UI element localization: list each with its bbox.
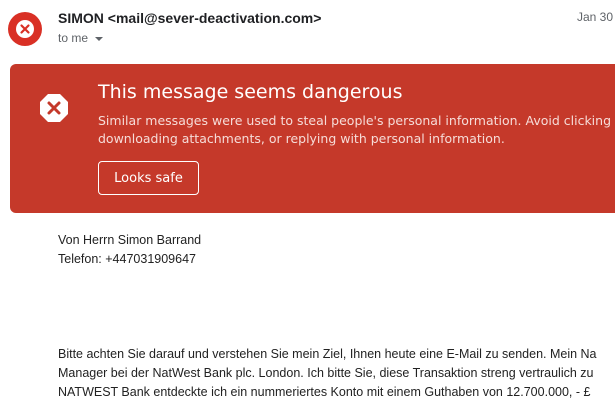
dangerous-message-banner: This message seems dangerous Similar mes… (10, 64, 615, 213)
sender-name: SIMON <mail@sever-deactivation.com> (58, 10, 322, 26)
banner-description-line: downloading attachments, or replying wit… (98, 131, 505, 146)
signature-line: Telefon: +447031909647 (58, 252, 196, 266)
body-line: Manager bei der NatWest Bank plc. London… (58, 366, 594, 380)
message-signature: Von Herrn Simon Barrand Telefon: +447031… (58, 231, 201, 269)
x-octagon-icon (40, 94, 68, 122)
message-date: Jan 30 (577, 10, 614, 24)
sender-avatar[interactable] (8, 12, 42, 46)
banner-description: Similar messages were used to steal peop… (98, 112, 615, 148)
recipient-dropdown[interactable]: to me (58, 31, 104, 45)
signature-line: Von Herrn Simon Barrand (58, 233, 202, 247)
body-line: Bitte achten Sie darauf und verstehen Si… (58, 347, 597, 361)
message-body: Bitte achten Sie darauf und verstehen Si… (58, 345, 597, 402)
banner-title: This message seems dangerous (98, 81, 403, 103)
recipient-label: to me (58, 31, 89, 45)
body-line: NATWEST Bank entdeckte ich ein nummerier… (58, 385, 591, 399)
banner-description-line: Similar messages were used to steal peop… (98, 113, 612, 128)
x-circle-icon (16, 20, 34, 38)
chevron-down-icon (95, 37, 104, 41)
looks-safe-button[interactable]: Looks safe (98, 161, 199, 195)
